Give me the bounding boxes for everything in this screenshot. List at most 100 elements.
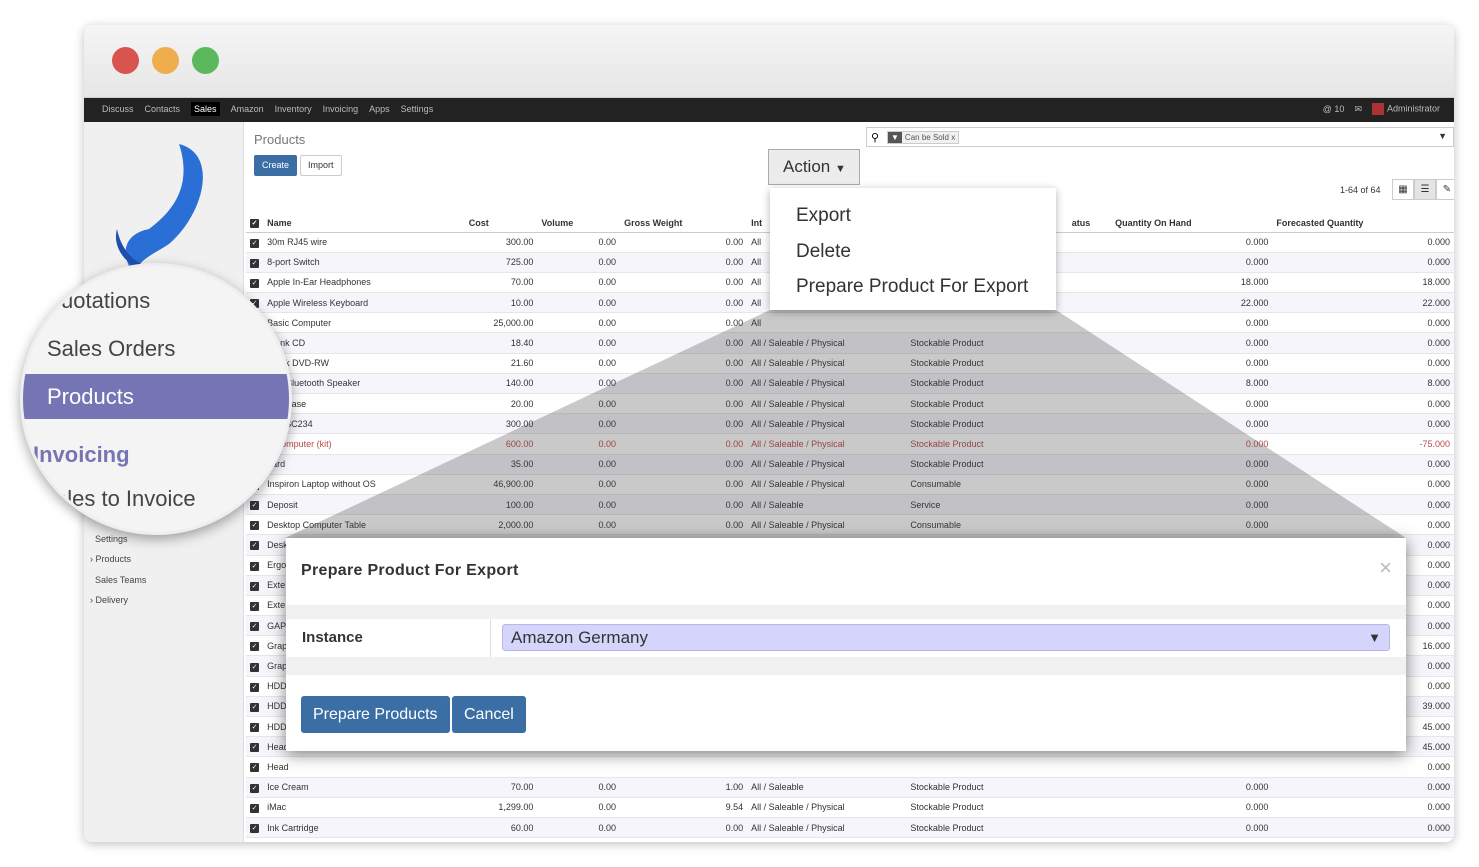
company-logo: [115, 144, 203, 274]
form-view-icon[interactable]: ✎: [1436, 179, 1454, 200]
action-item-delete[interactable]: Delete: [770, 234, 1056, 270]
action-button[interactable]: Action ▼: [768, 149, 860, 185]
table-row[interactable]: ✓Basic Computer25,000.000.000.00All0.000…: [246, 312, 1454, 333]
column-header[interactable]: Quantity On Hand: [1111, 214, 1273, 233]
table-row[interactable]: ✓Mini Bluetooth Speaker140.000.000.00All…: [246, 372, 1454, 394]
list-view-icon[interactable]: ☰: [1414, 179, 1436, 200]
select-caret-icon: ▼: [1368, 630, 1381, 645]
close-icon[interactable]: ×: [1379, 555, 1392, 581]
table-cell: [1067, 352, 1112, 374]
nav-item-settings[interactable]: Settings: [401, 104, 434, 116]
table-cell: Basic Computer: [263, 312, 465, 333]
minimize-window-button[interactable]: [152, 47, 179, 74]
menu-item-quotations[interactable]: uotations: [61, 288, 150, 314]
search-options-icon[interactable]: ▼: [1438, 131, 1447, 141]
row-checkbox[interactable]: ✓: [250, 783, 259, 793]
nav-item-invoicing[interactable]: Invoicing: [323, 104, 359, 116]
row-checkbox[interactable]: ✓: [250, 682, 259, 692]
table-cell: 0.000: [1111, 413, 1273, 434]
kanban-view-icon[interactable]: ▦: [1392, 179, 1414, 200]
column-header[interactable]: Name: [263, 214, 465, 233]
table-cell: 0.00: [620, 493, 748, 515]
table-row[interactable]: ✓ Desktop Computer Table 2,000.00 0.00 0.00 A…: [246, 514, 1454, 535]
maximize-window-button[interactable]: [192, 47, 219, 74]
row-checkbox[interactable]: ✓: [250, 824, 259, 834]
sidebar-item-delivery[interactable]: › Delivery: [90, 590, 146, 610]
table-cell: [537, 756, 621, 778]
prepare-products-button[interactable]: Prepare Products: [301, 696, 450, 733]
column-header[interactable]: Cost: [464, 214, 538, 233]
row-checkbox[interactable]: ✓: [250, 521, 259, 531]
notifications-counter[interactable]: @ 10: [1323, 104, 1345, 114]
table-row[interactable]: ✓n Computer (kit)600.000.000.00All / Sal…: [246, 433, 1454, 455]
row-checkbox[interactable]: ✓: [250, 642, 259, 652]
table-row[interactable]: ✓Blank CD18.400.000.00All / Saleable / P…: [246, 332, 1454, 354]
table-row[interactable]: ✓Blank DVD-RW21.600.000.00All / Saleable…: [246, 352, 1454, 374]
column-header[interactable]: Volume: [537, 214, 621, 233]
row-checkbox[interactable]: ✓: [250, 723, 259, 733]
menu-item-sales-to-invoice[interactable]: ales to Invoice: [55, 486, 196, 512]
row-checkbox[interactable]: ✓: [250, 601, 259, 611]
select-all-checkbox[interactable]: ✓: [250, 219, 259, 229]
row-checkbox[interactable]: ✓: [250, 238, 259, 248]
nav-item-contacts[interactable]: Contacts: [145, 104, 181, 116]
sidebar-item-products[interactable]: › Products: [90, 549, 146, 569]
search-facet[interactable]: ▼ Can be Sold x: [887, 131, 960, 144]
row-checkbox[interactable]: ✓: [250, 258, 259, 268]
close-window-button[interactable]: [112, 47, 139, 74]
nav-item-amazon[interactable]: Amazon: [231, 104, 264, 116]
table-cell: 0.000: [1111, 514, 1273, 535]
row-checkbox[interactable]: ✓: [250, 743, 259, 753]
row-checkbox[interactable]: ✓: [250, 622, 259, 632]
row-checkbox[interactable]: ✓: [250, 501, 259, 511]
row-checkbox[interactable]: ✓: [250, 702, 259, 712]
search-input[interactable]: ⚲ ▼ Can be Sold x ▼: [866, 127, 1454, 147]
table-row[interactable]: ✓Inspiron Laptop without OS46,900.000.00…: [246, 473, 1454, 495]
import-button[interactable]: Import: [300, 155, 342, 176]
table-cell: 9.54: [620, 796, 748, 818]
row-checkbox[interactable]: ✓: [250, 541, 259, 551]
table-row[interactable]: ✓iPad Mini800.000.000.33All / Saleable /…: [246, 837, 1454, 842]
table-cell: [747, 756, 907, 778]
row-checkbox[interactable]: ✓: [250, 581, 259, 591]
row-checkbox[interactable]: ✓: [250, 763, 259, 773]
chat-icon[interactable]: ✉: [1354, 104, 1362, 115]
instance-select[interactable]: Amazon Germany ▼: [502, 624, 1390, 651]
action-item-prepare-product-for-export[interactable]: Prepare Product For Export: [770, 269, 1056, 305]
table-row[interactable]: ✓ iMac 1,299.00 0.00 9.54 All / Saleable / Ph…: [246, 796, 1454, 818]
table-cell: 300.00: [464, 413, 538, 434]
nav-item-apps[interactable]: Apps: [369, 104, 390, 116]
table-cell: uter Case: [263, 392, 465, 414]
cancel-button[interactable]: Cancel: [452, 696, 526, 733]
nav-item-sales[interactable]: Sales: [191, 102, 220, 116]
column-header[interactable]: Gross Weight: [620, 214, 748, 233]
create-button[interactable]: Create: [254, 155, 298, 176]
table-row[interactable]: ✓ Head 0.000: [246, 756, 1454, 778]
row-checkbox[interactable]: ✓: [250, 662, 259, 672]
row-checkbox[interactable]: ✓: [250, 278, 259, 288]
table-row[interactable]: ✓uter SC234300.000.000.00All / Saleable …: [246, 413, 1454, 434]
menu-item-products-active[interactable]: Products: [23, 374, 289, 419]
nav-item-discuss[interactable]: Discuss: [102, 104, 134, 116]
nav-item-inventory[interactable]: Inventory: [275, 104, 312, 116]
table-row[interactable]: ✓ Ice Cream 70.00 0.00 1.00 All / Saleable Sto…: [246, 776, 1454, 798]
table-row[interactable]: ✓ Ink Cartridge 60.00 0.00 0.00 All / Saleabl…: [246, 816, 1454, 838]
table-cell: 0.000: [1111, 433, 1273, 455]
row-checkbox[interactable]: ✓: [250, 803, 259, 813]
table-cell: [1067, 332, 1112, 354]
table-cell: [1067, 776, 1112, 798]
action-item-export[interactable]: Export: [770, 198, 1056, 234]
menu-item-sales-orders[interactable]: Sales Orders: [47, 336, 175, 362]
pager[interactable]: 1-64 of 64: [1340, 185, 1381, 195]
table-row[interactable]: ✓uter Case20.000.000.00All / Saleable / …: [246, 392, 1454, 414]
breadcrumb[interactable]: Products: [254, 132, 305, 147]
facet-remove-icon[interactable]: x: [951, 133, 955, 142]
user-menu[interactable]: Administrator: [1371, 103, 1440, 115]
sidebar-item-sales-teams[interactable]: Sales Teams: [90, 570, 146, 590]
column-header[interactable]: atus: [1067, 214, 1112, 233]
column-header[interactable]: Forecasted Quantity: [1272, 214, 1454, 233]
row-checkbox[interactable]: ✓: [250, 561, 259, 571]
table-row[interactable]: ✓oard35.000.000.00All / Saleable / Physi…: [246, 453, 1454, 475]
table-cell: Stockable Product: [906, 433, 1068, 455]
table-row[interactable]: ✓ Deposit 100.00 0.00 0.00 All / Saleable Serv…: [246, 493, 1454, 515]
